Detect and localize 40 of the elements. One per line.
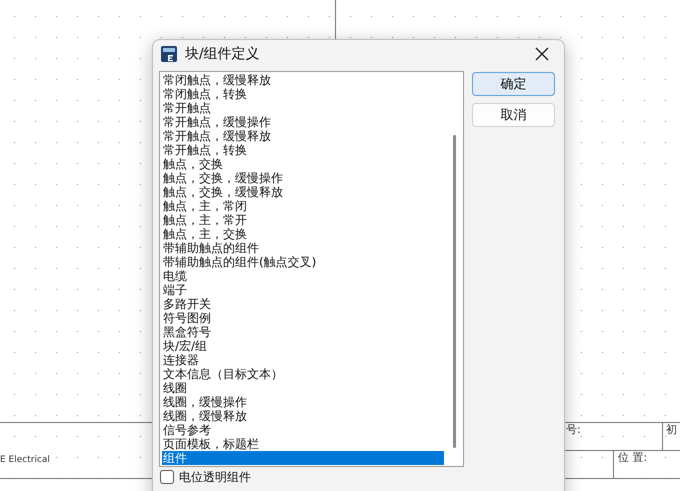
list-item[interactable]: 触点，主，常闭 xyxy=(162,199,444,213)
list-item[interactable]: 触点，交换 xyxy=(162,157,444,171)
list-item[interactable]: 线圈 xyxy=(162,381,444,395)
list-item[interactable]: 端子 xyxy=(162,283,444,297)
list-item[interactable]: 线圈，缓慢操作 xyxy=(162,395,444,409)
checkbox-label: 电位透明组件 xyxy=(179,470,251,484)
list-item[interactable]: 黑盒符号 xyxy=(162,325,444,339)
checkbox[interactable] xyxy=(160,470,174,484)
list-item[interactable]: 文本信息（目标文本） xyxy=(162,367,444,381)
list-item[interactable]: 带辅助触点的组件 xyxy=(162,241,444,255)
list-item[interactable]: 常开触点 xyxy=(162,101,444,115)
list-item[interactable]: 常开触点，转换 xyxy=(162,143,444,157)
ok-button[interactable]: 确定 xyxy=(472,72,555,96)
list-item[interactable]: 电缆 xyxy=(162,269,444,283)
list-item[interactable]: 线圈，缓慢释放 xyxy=(162,409,444,423)
title-block-text: 号: xyxy=(566,424,581,435)
list-item[interactable]: 常闭触点，缓慢释放 xyxy=(162,73,444,87)
list-item[interactable]: 带辅助触点的组件(触点交叉) xyxy=(162,255,444,269)
list-item[interactable]: 块/宏/组 xyxy=(162,339,444,353)
list-item[interactable]: 常开触点，缓慢释放 xyxy=(162,129,444,143)
list-item[interactable]: 信号参考 xyxy=(162,423,444,437)
title-block-text: 位 置: xyxy=(618,452,648,463)
list-item[interactable]: 触点，交换，缓慢操作 xyxy=(162,171,444,185)
title-block-text: 初 xyxy=(666,424,677,435)
list-item[interactable]: 常闭触点，转换 xyxy=(162,87,444,101)
list-item[interactable]: 触点，交换，缓慢释放 xyxy=(162,185,444,199)
list-item[interactable]: 组件 xyxy=(162,451,444,465)
list-item[interactable]: 触点，主，交换 xyxy=(162,227,444,241)
list-item[interactable]: 页面模板，标题栏 xyxy=(162,437,444,451)
close-icon xyxy=(535,46,549,60)
app-logo-icon xyxy=(161,46,177,62)
dialog-title: 块/组件定义 xyxy=(185,44,261,62)
list-item[interactable]: 连接器 xyxy=(162,353,444,367)
list-item[interactable]: 触点，主，常开 xyxy=(162,213,444,227)
scrollbar-thumb[interactable] xyxy=(452,135,456,448)
list-item[interactable]: 常开触点，缓慢操作 xyxy=(162,115,444,129)
list-item[interactable]: 符号图例 xyxy=(162,311,444,325)
title-block-text: E Electrical xyxy=(0,456,50,465)
cancel-button[interactable]: 取消 xyxy=(472,103,555,127)
list-item[interactable]: 多路开关 xyxy=(162,297,444,311)
